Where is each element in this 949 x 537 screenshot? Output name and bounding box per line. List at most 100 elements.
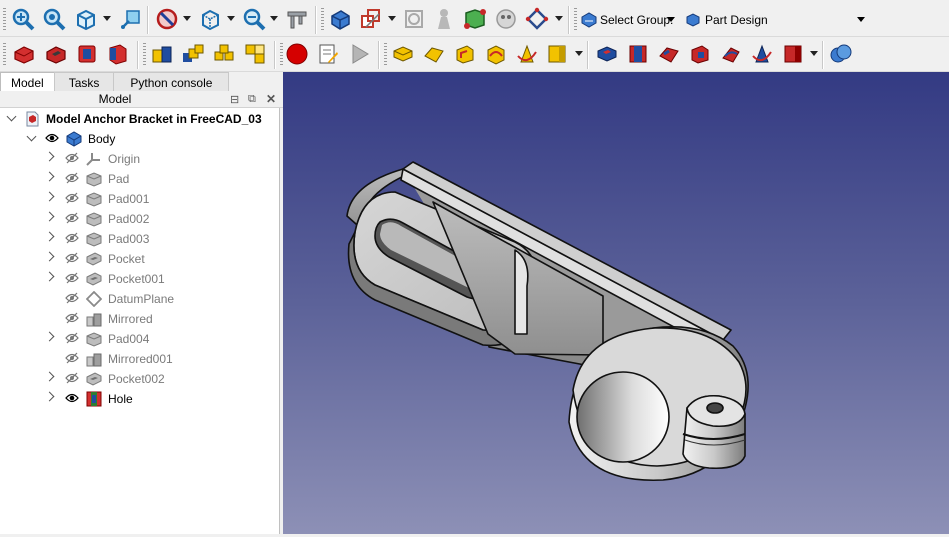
hidden-eye-icon[interactable] — [65, 252, 79, 264]
zoom-selection-icon[interactable] — [40, 5, 68, 33]
workbench-dropdown[interactable] — [857, 17, 865, 22]
hidden-eye-icon[interactable] — [65, 272, 79, 284]
polar-pattern-icon[interactable] — [210, 40, 238, 68]
tab-python-console[interactable]: Python console — [113, 72, 230, 92]
additive-loft-icon[interactable] — [420, 40, 448, 68]
groove-icon[interactable] — [104, 40, 132, 68]
additive-cube-icon[interactable] — [543, 40, 571, 68]
macro-edit-icon[interactable] — [314, 40, 342, 68]
select-group-label[interactable]: Select Group: — [600, 13, 673, 27]
expand-icon[interactable] — [44, 171, 55, 182]
additive-pipe-icon[interactable] — [451, 40, 479, 68]
create-body-icon[interactable] — [326, 5, 354, 33]
draw-style-icon[interactable] — [153, 5, 181, 33]
subtractive-cube-icon[interactable] — [779, 40, 807, 68]
visible-eye-icon[interactable] — [45, 132, 59, 144]
subtractive-box-icon[interactable] — [593, 40, 621, 68]
hidden-eye-icon[interactable] — [65, 172, 79, 184]
expand-icon[interactable] — [44, 251, 55, 262]
expand-icon[interactable] — [44, 211, 55, 222]
3d-viewport[interactable] — [283, 72, 949, 534]
macro-run-icon[interactable] — [345, 40, 373, 68]
expand-icon[interactable] — [26, 131, 37, 142]
subtractive-primitive-icon[interactable] — [748, 40, 776, 68]
tree-item-pocket[interactable]: Pocket — [0, 249, 280, 269]
tab-model[interactable]: Model — [0, 72, 55, 92]
select-group-dropdown[interactable] — [667, 17, 675, 22]
subtractive-dropdown[interactable] — [810, 51, 818, 56]
measure-zoom-icon[interactable] — [240, 5, 268, 33]
close-icon[interactable]: ✕ — [266, 92, 276, 106]
view-cube-dropdown[interactable] — [103, 16, 111, 21]
datum-plane-icon[interactable] — [523, 5, 551, 33]
tab-tasks[interactable]: Tasks — [53, 72, 115, 92]
create-sketch-icon[interactable] — [357, 5, 385, 33]
boolean-icon[interactable] — [827, 40, 855, 68]
hidden-eye-icon[interactable] — [65, 232, 79, 244]
subtractive-loft-icon[interactable] — [655, 40, 683, 68]
view-pick-icon[interactable] — [117, 5, 145, 33]
tree-item-pad002[interactable]: Pad002 — [0, 209, 280, 229]
subtractive-pipe-icon[interactable] — [686, 40, 714, 68]
hole-icon[interactable] — [624, 40, 652, 68]
tree-item-mirrored001[interactable]: Mirrored001 — [0, 349, 280, 369]
view-cube-icon[interactable] — [72, 5, 100, 33]
multitransform-icon[interactable] — [241, 40, 269, 68]
toolbar-grip[interactable] — [3, 43, 6, 65]
tree-item-mirrored[interactable]: Mirrored — [0, 309, 280, 329]
tree-item-pad004[interactable]: Pad004 — [0, 329, 280, 349]
toolbar-grip[interactable] — [384, 43, 387, 65]
zoom-all-icon[interactable] — [9, 5, 37, 33]
measure-caliper-icon[interactable] — [283, 5, 311, 33]
float-icon[interactable]: ⧉ — [248, 93, 256, 106]
shape-binder-icon[interactable] — [430, 5, 458, 33]
workbench-label[interactable]: Part Design — [705, 13, 768, 27]
measure-zoom-dropdown[interactable] — [270, 16, 278, 21]
hidden-eye-icon[interactable] — [65, 212, 79, 224]
tree-item-datumplane[interactable]: DatumPlane — [0, 289, 280, 309]
tree-item-origin[interactable]: Origin — [0, 149, 280, 169]
tree-item-pocket002[interactable]: Pocket002 — [0, 369, 280, 389]
toolbar-grip[interactable] — [321, 8, 324, 30]
hidden-eye-icon[interactable] — [65, 352, 79, 364]
additive-helix-icon[interactable] — [482, 40, 510, 68]
validate-sketch-icon[interactable] — [400, 5, 428, 33]
draw-style-dropdown[interactable] — [183, 16, 191, 21]
sketch-dropdown[interactable] — [388, 16, 396, 21]
subtractive-helix-icon[interactable] — [717, 40, 745, 68]
clone-icon[interactable] — [492, 5, 520, 33]
bounding-box-icon[interactable] — [196, 5, 224, 33]
hidden-eye-icon[interactable] — [65, 372, 79, 384]
expand-icon[interactable] — [44, 151, 55, 162]
revolution-icon[interactable] — [73, 40, 101, 68]
tree-item-body[interactable]: Body — [0, 129, 280, 149]
pad-icon[interactable] — [10, 40, 38, 68]
toolbar-grip[interactable] — [143, 43, 146, 65]
tree-item-hole[interactable]: Hole — [0, 389, 280, 409]
pocket-icon[interactable] — [42, 40, 70, 68]
macro-record-icon[interactable] — [283, 40, 311, 68]
mirrored-icon[interactable] — [148, 40, 176, 68]
linear-pattern-icon[interactable] — [179, 40, 207, 68]
bounding-box-dropdown[interactable] — [227, 16, 235, 21]
hidden-eye-icon[interactable] — [65, 332, 79, 344]
toolbar-grip[interactable] — [574, 8, 577, 30]
expand-icon[interactable] — [44, 331, 55, 342]
additive-box-icon[interactable] — [389, 40, 417, 68]
hidden-eye-icon[interactable] — [65, 152, 79, 164]
tree-item-pad001[interactable]: Pad001 — [0, 189, 280, 209]
tree-item-pad003[interactable]: Pad003 — [0, 229, 280, 249]
expand-icon[interactable] — [44, 191, 55, 202]
tree-root[interactable]: Model Anchor Bracket in FreeCAD_03 — [0, 109, 280, 129]
collapse-icon[interactable]: ⊟ — [230, 93, 239, 106]
tree-item-pad[interactable]: Pad — [0, 169, 280, 189]
expand-icon[interactable] — [44, 271, 55, 282]
additive-primitive-icon[interactable] — [513, 40, 541, 68]
expand-icon[interactable] — [44, 231, 55, 242]
additive-dropdown[interactable] — [575, 51, 583, 56]
hidden-eye-icon[interactable] — [65, 292, 79, 304]
visible-eye-icon[interactable] — [65, 392, 79, 404]
expand-icon[interactable] — [44, 391, 55, 402]
hidden-eye-icon[interactable] — [65, 312, 79, 324]
datum-dropdown[interactable] — [555, 16, 563, 21]
